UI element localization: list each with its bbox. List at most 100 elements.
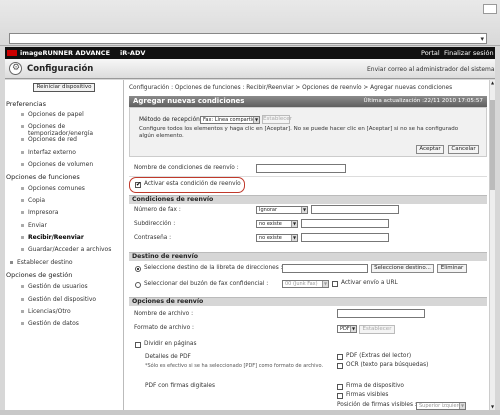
bullet-icon [21, 248, 24, 251]
subaddress-select[interactable]: no existe ▼ [256, 220, 298, 228]
sidebar-item-timer[interactable]: Opciones de temporizador/energía [21, 123, 123, 137]
chevron-down-icon: ▼ [459, 403, 465, 409]
mail-admin-link[interactable]: Enviar correo al administrador del siste… [367, 66, 495, 73]
condition-name-input[interactable] [256, 164, 346, 173]
destination-input[interactable] [282, 264, 368, 273]
main-content: Configuración : Opciones de funciones : … [124, 80, 495, 410]
section-forward-destination: Destino de reenvío [129, 252, 487, 261]
scroll-thumb[interactable] [490, 100, 495, 190]
pdf-note: *Sólo es efectivo si se ha seleccionado … [145, 363, 324, 369]
sidebar-item-network[interactable]: Opciones de red [21, 136, 77, 143]
sidebar-item-device-management[interactable]: Gestión del dispositivo [21, 296, 96, 303]
confidential-box-select[interactable]: 00 (Junk Fax) ▼ [282, 280, 329, 288]
url-send-checkbox[interactable] [332, 281, 338, 287]
digital-signatures-label: PDF con firmas digitales [145, 383, 215, 389]
chevron-down-icon[interactable]: ▾ [480, 35, 484, 43]
brand-logo [7, 50, 17, 56]
bullet-icon [21, 298, 24, 301]
activate-condition-label: Activar esta condición de reenvío [144, 181, 241, 187]
bullet-icon [21, 310, 24, 313]
sidebar-item-copy[interactable]: Copia [21, 197, 45, 204]
password-label: Contraseña : [134, 235, 172, 241]
form-intro-panel: Método de recepción : Fax: Línea compart… [129, 107, 487, 157]
confidential-box-radio[interactable] [135, 282, 141, 288]
last-update: Última actualización :22/11 2010 17:05:5… [363, 98, 484, 104]
device-signature-checkbox[interactable] [337, 384, 343, 390]
sidebar-item-volume[interactable]: Opciones de volumen [21, 161, 93, 168]
sidebar-section-management: Opciones de gestión [6, 271, 73, 279]
select-destination-button[interactable]: Seleccione destino... [371, 264, 434, 273]
filename-input[interactable] [337, 309, 425, 318]
activate-condition-checkbox[interactable] [135, 181, 141, 188]
subaddress-label: Subdirección : [134, 221, 176, 227]
bullet-icon [21, 224, 24, 227]
bullet-icon [21, 113, 24, 116]
visible-signatures-label: Firmas visibles [346, 392, 389, 398]
bullet-icon [10, 261, 13, 264]
file-format-select[interactable]: PDF ▼ [337, 325, 357, 333]
sidebar-item-receive-forward[interactable]: Recibir/Reenviar [21, 234, 84, 241]
bullet-icon [21, 285, 24, 288]
sidebar-item-send[interactable]: Enviar [21, 222, 47, 229]
bullet-icon [21, 138, 24, 141]
chevron-down-icon: ▼ [253, 117, 259, 123]
breadcrumb[interactable]: Configuración : Opciones de funciones : … [129, 85, 452, 91]
config-header: Configuración Enviar correo al administr… [5, 59, 495, 79]
sidebar-item-data-management[interactable]: Gestión de datos [21, 320, 79, 327]
bullet-icon [21, 199, 24, 202]
pdf-reader-checkbox[interactable] [337, 354, 343, 360]
pdf-details-label: Detalles de PDF [145, 354, 191, 360]
fax-number-input[interactable] [311, 205, 399, 214]
bullet-icon [21, 211, 24, 214]
portal-link[interactable]: Portal [421, 49, 440, 57]
logout-link[interactable]: Finalizar sesión [444, 49, 494, 57]
establish-button[interactable]: Establecer [262, 115, 292, 124]
bullet-icon [21, 163, 24, 166]
form-title: Agregar nuevas condiciones [133, 97, 245, 105]
sidebar-item-paper[interactable]: Opciones de papel [21, 111, 84, 118]
fax-number-label: Número de fax : [134, 207, 181, 213]
split-pages-checkbox[interactable] [135, 342, 141, 348]
sidebar-item-external-interface[interactable]: Interfaz externo [21, 149, 76, 156]
vertical-scrollbar[interactable]: ▲ ▼ [489, 80, 495, 410]
pdf-reader-label: PDF (Extras del lector) [346, 353, 412, 359]
sidebar: Reiniciar dispositivo Preferencias Opcio… [5, 80, 124, 410]
sidebar-item-licenses[interactable]: Licencias/Otro [21, 308, 71, 315]
sidebar-item-user-management[interactable]: Gestión de usuarios [21, 283, 88, 290]
status-bar [0, 410, 500, 415]
reception-method-select[interactable]: Fax: Línea compartida ▼ [200, 116, 260, 124]
bullet-icon [21, 151, 24, 154]
subaddress-input[interactable] [301, 219, 389, 228]
app-header: imageRUNNER ADVANCE iR-ADV Portal Finali… [5, 47, 495, 59]
format-establish-button[interactable]: Establecer [359, 325, 395, 334]
chevron-down-icon: ▼ [291, 235, 297, 241]
ocr-label: OCR (texto para búsquedas) [346, 362, 429, 368]
password-input[interactable] [301, 233, 389, 242]
chevron-down-icon: ▼ [291, 221, 297, 227]
bullet-icon [21, 187, 24, 190]
visible-signature-position-select[interactable]: Superior izquierda ▼ [416, 402, 466, 410]
sidebar-item-common[interactable]: Opciones comunes [21, 185, 85, 192]
section-forward-options: Opciones de reenvío [129, 297, 487, 306]
condition-name-label: Nombre de condiciones de reenvío : [134, 165, 239, 171]
filename-label: Nombre de archivo : [134, 311, 194, 317]
split-pages-label: Dividir en páginas [144, 341, 197, 347]
sidebar-item-set-destination[interactable]: Establecer destino [10, 259, 73, 266]
address-book-radio[interactable] [135, 266, 141, 272]
fax-number-select[interactable]: Ignorar ▼ [256, 206, 308, 214]
browser-chrome: ▾ [0, 0, 500, 46]
visible-signatures-checkbox[interactable] [337, 393, 343, 399]
scroll-up-icon[interactable]: ▲ [490, 80, 495, 86]
ocr-checkbox[interactable] [337, 363, 343, 369]
sidebar-item-store-access[interactable]: Guardar/Acceder a archivos [21, 246, 111, 253]
browser-menu-button[interactable] [483, 4, 497, 14]
restart-device-button[interactable]: Reiniciar dispositivo [33, 83, 95, 92]
cancel-button[interactable]: Cancelar [448, 145, 479, 154]
accept-button[interactable]: Aceptar [416, 145, 444, 154]
password-select[interactable]: no existe ▼ [256, 234, 298, 242]
chevron-down-icon: ▼ [322, 281, 328, 287]
address-bar[interactable]: ▾ [9, 33, 487, 44]
bullet-icon [21, 236, 24, 239]
delete-destination-button[interactable]: Eliminar [437, 264, 467, 273]
sidebar-item-printer[interactable]: Impresora [21, 209, 58, 216]
